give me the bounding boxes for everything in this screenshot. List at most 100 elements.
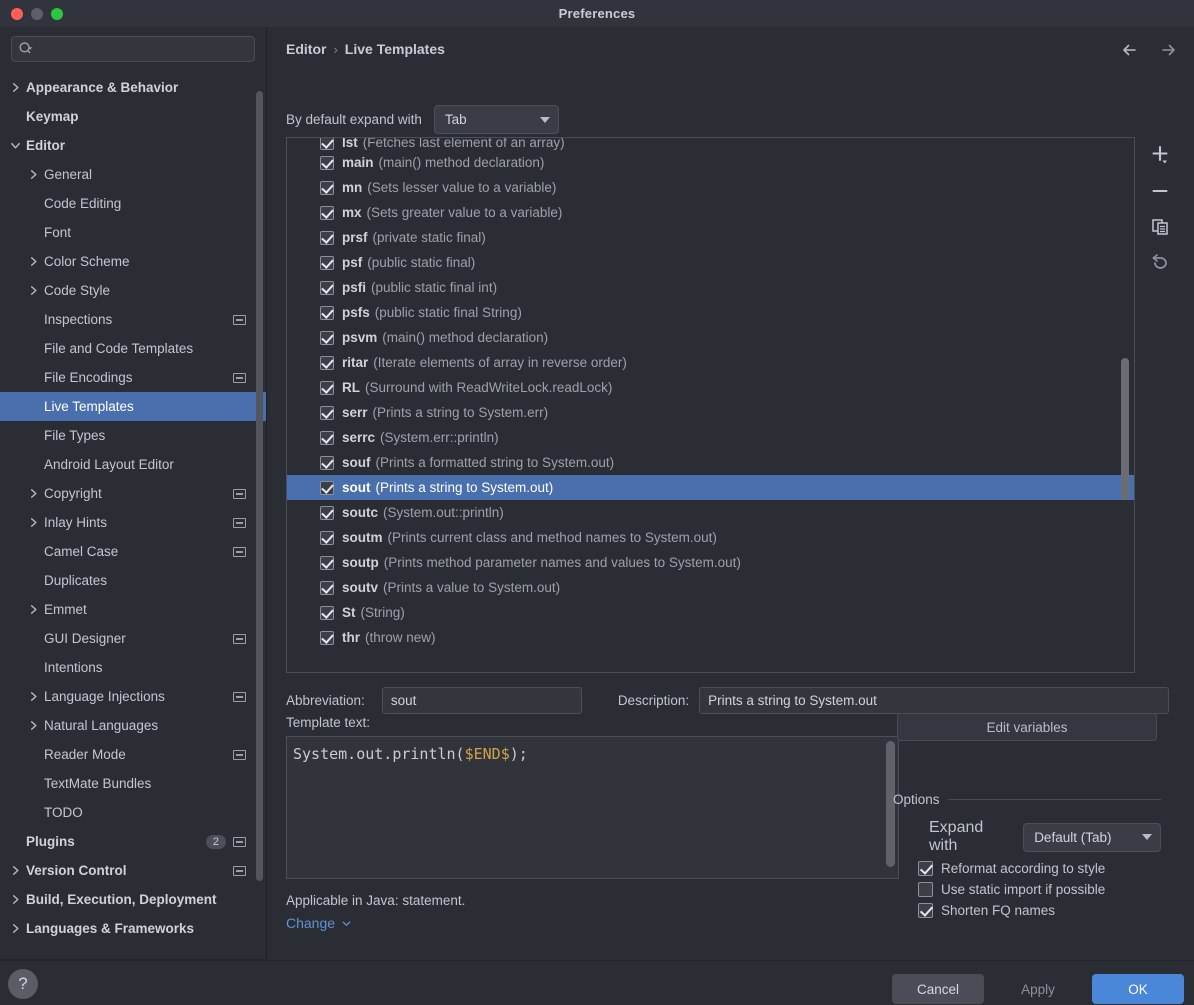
sidebar-item-inlay-hints[interactable]: Inlay Hints xyxy=(0,508,266,537)
sidebar-item-color-scheme[interactable]: Color Scheme xyxy=(0,247,266,276)
sidebar-item-file-types[interactable]: File Types xyxy=(0,421,266,450)
template-enabled-checkbox[interactable] xyxy=(320,355,334,370)
chevron-right-icon[interactable] xyxy=(8,864,22,878)
chevron-right-icon[interactable] xyxy=(8,922,22,936)
sidebar-item-file-and-code-templates[interactable]: File and Code Templates xyxy=(0,334,266,363)
default-expand-dropdown[interactable]: Tab xyxy=(433,105,559,134)
cancel-button[interactable]: Cancel xyxy=(892,974,984,1004)
help-button[interactable]: ? xyxy=(8,969,38,999)
template-enabled-checkbox[interactable] xyxy=(320,138,334,150)
template-row[interactable]: soutc (System.out::println) xyxy=(287,500,1134,525)
template-row[interactable]: soutp (Prints method parameter names and … xyxy=(287,550,1134,575)
template-row[interactable]: psfs (public static final String) xyxy=(287,300,1134,325)
template-row[interactable]: prsf (private static final) xyxy=(287,225,1134,250)
template-row[interactable]: mx (Sets greater value to a variable) xyxy=(287,200,1134,225)
sidebar-scrollbar[interactable] xyxy=(256,91,263,891)
template-enabled-checkbox[interactable] xyxy=(320,180,334,195)
sidebar-item-todo[interactable]: TODO xyxy=(0,798,266,827)
revert-template-button[interactable] xyxy=(1147,251,1173,275)
back-arrow-icon[interactable] xyxy=(1118,39,1140,61)
template-enabled-checkbox[interactable] xyxy=(320,455,334,470)
template-enabled-checkbox[interactable] xyxy=(320,605,334,620)
chevron-right-icon[interactable] xyxy=(26,255,40,269)
template-row[interactable]: ritar (Iterate elements of array in rever… xyxy=(287,350,1134,375)
sidebar-item-general[interactable]: General xyxy=(0,160,266,189)
sidebar-item-duplicates[interactable]: Duplicates xyxy=(0,566,266,595)
sidebar-item-gui-designer[interactable]: GUI Designer xyxy=(0,624,266,653)
template-row[interactable]: thr (throw new) xyxy=(287,625,1134,650)
search-input[interactable] xyxy=(34,41,248,57)
chevron-right-icon[interactable] xyxy=(8,81,22,95)
chevron-down-icon[interactable] xyxy=(8,139,22,153)
template-enabled-checkbox[interactable] xyxy=(320,230,334,245)
template-enabled-checkbox[interactable] xyxy=(320,155,334,170)
template-enabled-checkbox[interactable] xyxy=(320,630,334,645)
add-template-button[interactable] xyxy=(1147,143,1173,167)
sidebar-item-live-templates[interactable]: Live Templates xyxy=(0,392,266,421)
template-row[interactable]: St (String) xyxy=(287,600,1134,625)
ok-button[interactable]: OK xyxy=(1092,974,1184,1004)
sidebar-item-android-layout-editor[interactable]: Android Layout Editor xyxy=(0,450,266,479)
option-checkbox[interactable] xyxy=(918,861,933,876)
sidebar-item-camel-case[interactable]: Camel Case xyxy=(0,537,266,566)
option-checkbox-row[interactable]: Shorten FQ names xyxy=(893,903,1161,918)
template-enabled-checkbox[interactable] xyxy=(320,555,334,570)
option-checkbox[interactable] xyxy=(918,903,933,918)
template-row[interactable]: psf (public static final) xyxy=(287,250,1134,275)
apply-button[interactable]: Apply xyxy=(992,974,1084,1004)
template-enabled-checkbox[interactable] xyxy=(320,405,334,420)
sidebar-item-natural-languages[interactable]: Natural Languages xyxy=(0,711,266,740)
sidebar-item-intentions[interactable]: Intentions xyxy=(0,653,266,682)
chevron-right-icon[interactable] xyxy=(26,719,40,733)
sidebar-item-editor[interactable]: Editor xyxy=(0,131,266,160)
templates-scrollbar-thumb[interactable] xyxy=(1121,358,1129,500)
sidebar-item-copyright[interactable]: Copyright xyxy=(0,479,266,508)
template-row[interactable]: serr (Prints a string to System.err) xyxy=(287,400,1134,425)
edit-variables-button[interactable]: Edit variables xyxy=(897,713,1157,741)
template-row[interactable]: mn (Sets lesser value to a variable) xyxy=(287,175,1134,200)
sidebar-item-language-injections[interactable]: Language Injections xyxy=(0,682,266,711)
templates-list[interactable]: lst (Fetches last element of an array) mai… xyxy=(286,137,1135,673)
sidebar-item-inspections[interactable]: Inspections xyxy=(0,305,266,334)
template-enabled-checkbox[interactable] xyxy=(320,305,334,320)
duplicate-template-button[interactable] xyxy=(1147,215,1173,239)
sidebar-item-file-encodings[interactable]: File Encodings xyxy=(0,363,266,392)
sidebar-item-appearance-behavior[interactable]: Appearance & Behavior xyxy=(0,73,266,102)
forward-arrow-icon[interactable] xyxy=(1158,39,1180,61)
template-row[interactable]: soutm (Prints current class and method na… xyxy=(287,525,1134,550)
template-row[interactable]: sout (Prints a string to System.out) xyxy=(287,475,1134,500)
chevron-right-icon[interactable] xyxy=(26,690,40,704)
chevron-right-icon[interactable] xyxy=(26,284,40,298)
sidebar-item-plugins[interactable]: Plugins 2 xyxy=(0,827,266,856)
template-row[interactable]: soutv (Prints a value to System.out) xyxy=(287,575,1134,600)
template-row[interactable]: main (main() method declaration) xyxy=(287,150,1134,175)
template-enabled-checkbox[interactable] xyxy=(320,505,334,520)
option-checkbox-row[interactable]: Use static import if possible xyxy=(893,882,1161,897)
template-text-editor[interactable]: System.out.println($END$); xyxy=(286,736,899,879)
sidebar-item-code-style[interactable]: Code Style xyxy=(0,276,266,305)
template-enabled-checkbox[interactable] xyxy=(320,280,334,295)
template-row[interactable]: lst (Fetches last element of an array) xyxy=(287,138,1134,150)
description-input[interactable]: Prints a string to System.out xyxy=(699,687,1170,714)
chevron-right-icon[interactable] xyxy=(26,487,40,501)
chevron-right-icon[interactable] xyxy=(26,168,40,182)
template-enabled-checkbox[interactable] xyxy=(320,430,334,445)
chevron-right-icon[interactable] xyxy=(26,516,40,530)
sidebar-item-font[interactable]: Font xyxy=(0,218,266,247)
chevron-right-icon[interactable] xyxy=(8,893,22,907)
template-enabled-checkbox[interactable] xyxy=(320,380,334,395)
template-row[interactable]: serrc (System.err::println) xyxy=(287,425,1134,450)
sidebar-item-build-execution-deployment[interactable]: Build, Execution, Deployment xyxy=(0,885,266,914)
sidebar-item-keymap[interactable]: Keymap xyxy=(0,102,266,131)
template-enabled-checkbox[interactable] xyxy=(320,530,334,545)
template-row[interactable]: psvm (main() method declaration) xyxy=(287,325,1134,350)
remove-template-button[interactable] xyxy=(1147,179,1173,203)
template-enabled-checkbox[interactable] xyxy=(320,330,334,345)
sidebar-item-emmet[interactable]: Emmet xyxy=(0,595,266,624)
template-row[interactable]: souf (Prints a formatted string to System… xyxy=(287,450,1134,475)
sidebar-item-languages-frameworks[interactable]: Languages & Frameworks xyxy=(0,914,266,943)
search-box[interactable] xyxy=(11,36,255,62)
breadcrumb-parent[interactable]: Editor xyxy=(286,41,326,57)
abbreviation-input[interactable]: sout xyxy=(381,687,582,714)
sidebar-scrollbar-thumb[interactable] xyxy=(256,91,263,881)
